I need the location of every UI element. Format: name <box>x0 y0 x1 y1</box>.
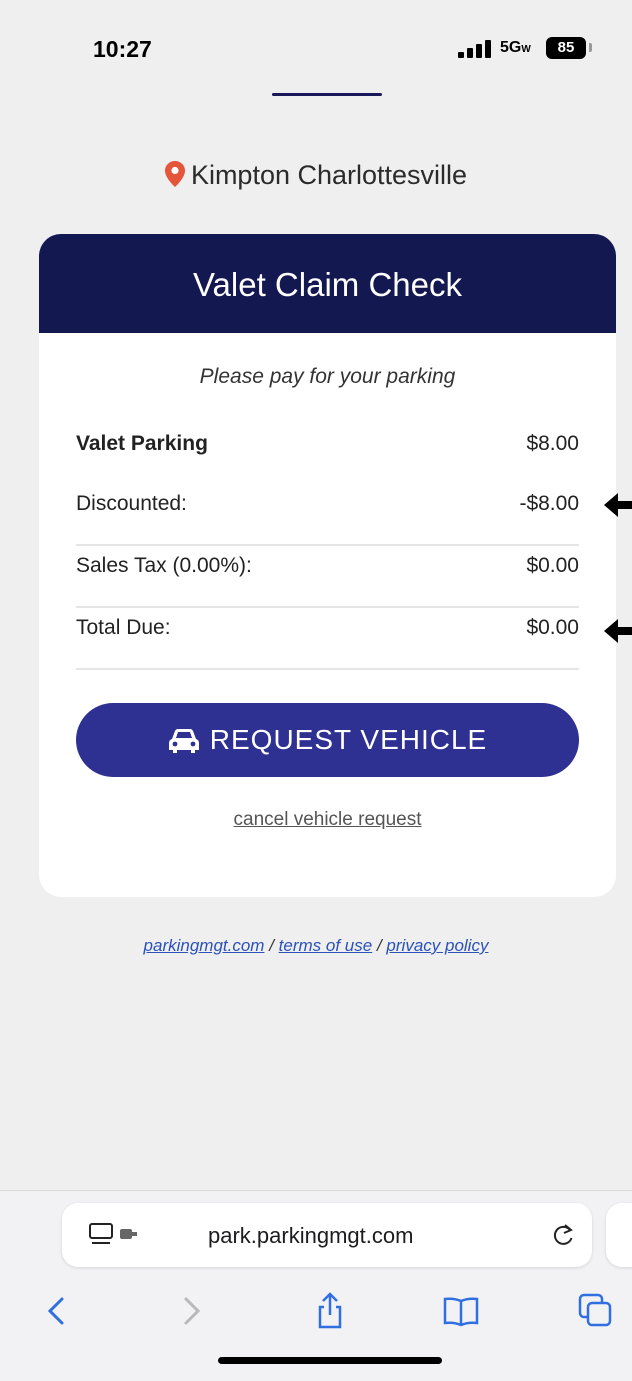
line-label: Sales Tax (0.00%): <box>76 554 252 577</box>
line-label: Valet Parking <box>76 432 208 455</box>
sheet-grabber[interactable] <box>272 93 382 96</box>
charge-lines: Valet Parking $8.00 Discounted: -$8.00 S… <box>76 424 579 670</box>
line-value: $0.00 <box>526 554 579 577</box>
line-label: Total Due: <box>76 616 171 639</box>
annotation-arrow-icon <box>602 617 632 645</box>
request-vehicle-button[interactable]: REQUEST VEHICLE <box>76 703 579 777</box>
card-title: Valet Claim Check <box>39 234 616 333</box>
page-menu-icon[interactable] <box>88 1221 140 1254</box>
home-indicator[interactable] <box>218 1357 442 1364</box>
cancel-vehicle-request-link[interactable]: cancel vehicle request <box>39 809 616 831</box>
line-value: $8.00 <box>526 432 579 455</box>
annotation-arrow-icon <box>602 491 632 519</box>
claim-check-card: Valet Claim Check Please pay for your pa… <box>39 234 616 897</box>
parkingmgt-link[interactable]: parkingmgt.com <box>144 936 265 955</box>
tabs-icon[interactable] <box>576 1291 616 1331</box>
share-icon[interactable] <box>310 1291 350 1331</box>
footer-links: parkingmgt.com / terms of use / privacy … <box>0 936 632 956</box>
reload-icon[interactable] <box>550 1221 576 1254</box>
forward-icon[interactable] <box>170 1291 210 1331</box>
separator: / <box>376 936 382 955</box>
location-header: Kimpton Charlottesville <box>0 160 632 194</box>
line-discounted: Discounted: -$8.00 <box>76 484 579 546</box>
status-time: 10:27 <box>93 36 152 62</box>
separator: / <box>269 936 274 955</box>
adjacent-tab-pill[interactable] <box>606 1203 632 1267</box>
line-total-due: Total Due: $0.00 <box>76 608 579 670</box>
address-bar[interactable]: park.parkingmgt.com <box>62 1203 592 1267</box>
signal-icon <box>458 40 492 58</box>
bookmarks-icon[interactable] <box>441 1291 481 1331</box>
line-valet-parking: Valet Parking $8.00 <box>76 424 579 484</box>
request-vehicle-label: REQUEST VEHICLE <box>209 724 488 755</box>
browser-toolbar: park.parkingmgt.com <box>0 1190 632 1381</box>
car-icon <box>168 707 200 781</box>
card-subtitle: Please pay for your parking <box>199 365 456 388</box>
privacy-policy-link[interactable]: privacy policy <box>386 936 488 955</box>
back-icon[interactable] <box>38 1291 78 1331</box>
battery-tip <box>589 43 592 52</box>
line-sales-tax: Sales Tax (0.00%): $0.00 <box>76 546 579 608</box>
battery-icon: 85 <box>546 37 586 59</box>
location-name: Kimpton Charlottesville <box>190 160 468 190</box>
line-label: Discounted: <box>76 492 187 515</box>
map-pin-icon <box>164 161 185 194</box>
line-value: $0.00 <box>526 616 579 639</box>
network-label: 5GW <box>500 39 531 56</box>
status-bar: 10:27 5GW 85 <box>0 0 632 100</box>
url-text: park.parkingmgt.com <box>208 1223 414 1248</box>
terms-of-use-link[interactable]: terms of use <box>279 936 373 955</box>
line-value: -$8.00 <box>519 492 579 515</box>
